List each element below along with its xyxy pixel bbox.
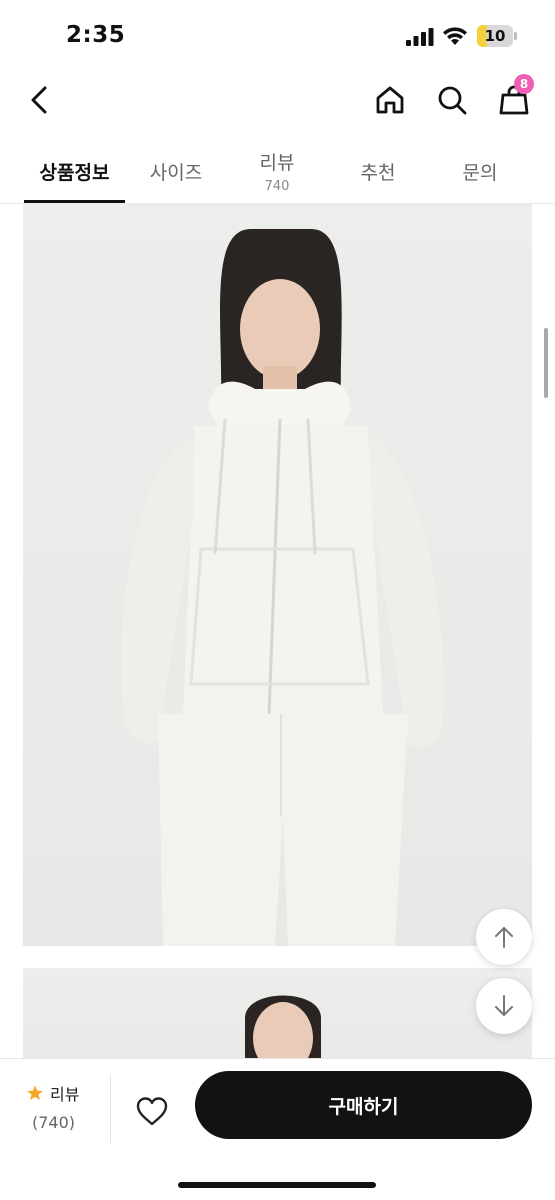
tab-inquiry[interactable]: 문의 <box>430 138 530 204</box>
scrollbar[interactable] <box>544 328 548 398</box>
cart-badge: 8 <box>514 74 534 94</box>
home-icon <box>376 86 404 114</box>
home-button[interactable] <box>368 78 412 122</box>
cellular-signal-icon <box>406 28 434 46</box>
model-partial-illustration <box>245 995 321 1058</box>
active-tab-indicator <box>24 200 125 203</box>
divider <box>110 1075 111 1143</box>
search-button[interactable] <box>430 78 474 122</box>
status-bar: 2:35 10 <box>0 0 555 72</box>
tab-size[interactable]: 사이즈 <box>126 138 226 204</box>
tab-label: 추천 <box>360 161 396 184</box>
review-count: (740) <box>32 1113 76 1132</box>
review-summary[interactable]: 리뷰 (740) <box>20 1081 96 1135</box>
battery-icon: 10 <box>477 25 517 47</box>
product-image <box>23 204 532 946</box>
review-label: 리뷰 <box>50 1085 80 1104</box>
heart-icon <box>136 1097 168 1126</box>
scroll-to-top-button[interactable] <box>476 909 532 965</box>
arrow-up-icon <box>495 927 513 948</box>
top-navigation: 8 <box>0 72 555 128</box>
tab-reviews[interactable]: 리뷰 740 <box>227 138 327 204</box>
back-button[interactable] <box>18 78 62 122</box>
tab-bar: 상품정보 사이즈 리뷰 740 추천 문의 <box>0 138 555 204</box>
scroll-down-button[interactable] <box>476 978 532 1034</box>
tab-review-count: 740 <box>264 179 290 194</box>
tab-label: 사이즈 <box>149 161 203 184</box>
tab-label: 문의 <box>462 161 498 184</box>
search-icon <box>438 86 467 115</box>
buy-button[interactable]: 구매하기 <box>195 1071 532 1139</box>
product-detail-content[interactable] <box>0 204 555 1058</box>
product-image <box>23 968 532 1058</box>
wifi-icon <box>443 27 467 45</box>
battery-level: 10 <box>484 27 506 45</box>
arrow-down-icon <box>495 995 513 1016</box>
tab-product-info[interactable]: 상품정보 <box>24 138 125 204</box>
wishlist-button[interactable] <box>128 1087 176 1135</box>
status-time: 2:35 <box>66 22 126 48</box>
cart-button[interactable]: 8 <box>492 74 536 122</box>
tab-label: 상품정보 <box>39 161 110 184</box>
tab-recommend[interactable]: 추천 <box>328 138 428 204</box>
bottom-action-bar: 리뷰 (740) 구매하기 <box>0 1058 555 1200</box>
star-icon <box>27 1085 43 1101</box>
back-icon <box>31 86 47 114</box>
home-indicator <box>178 1182 376 1188</box>
model-wearing-hoodie-illustration <box>121 229 444 946</box>
tab-label: 리뷰 <box>259 152 295 174</box>
